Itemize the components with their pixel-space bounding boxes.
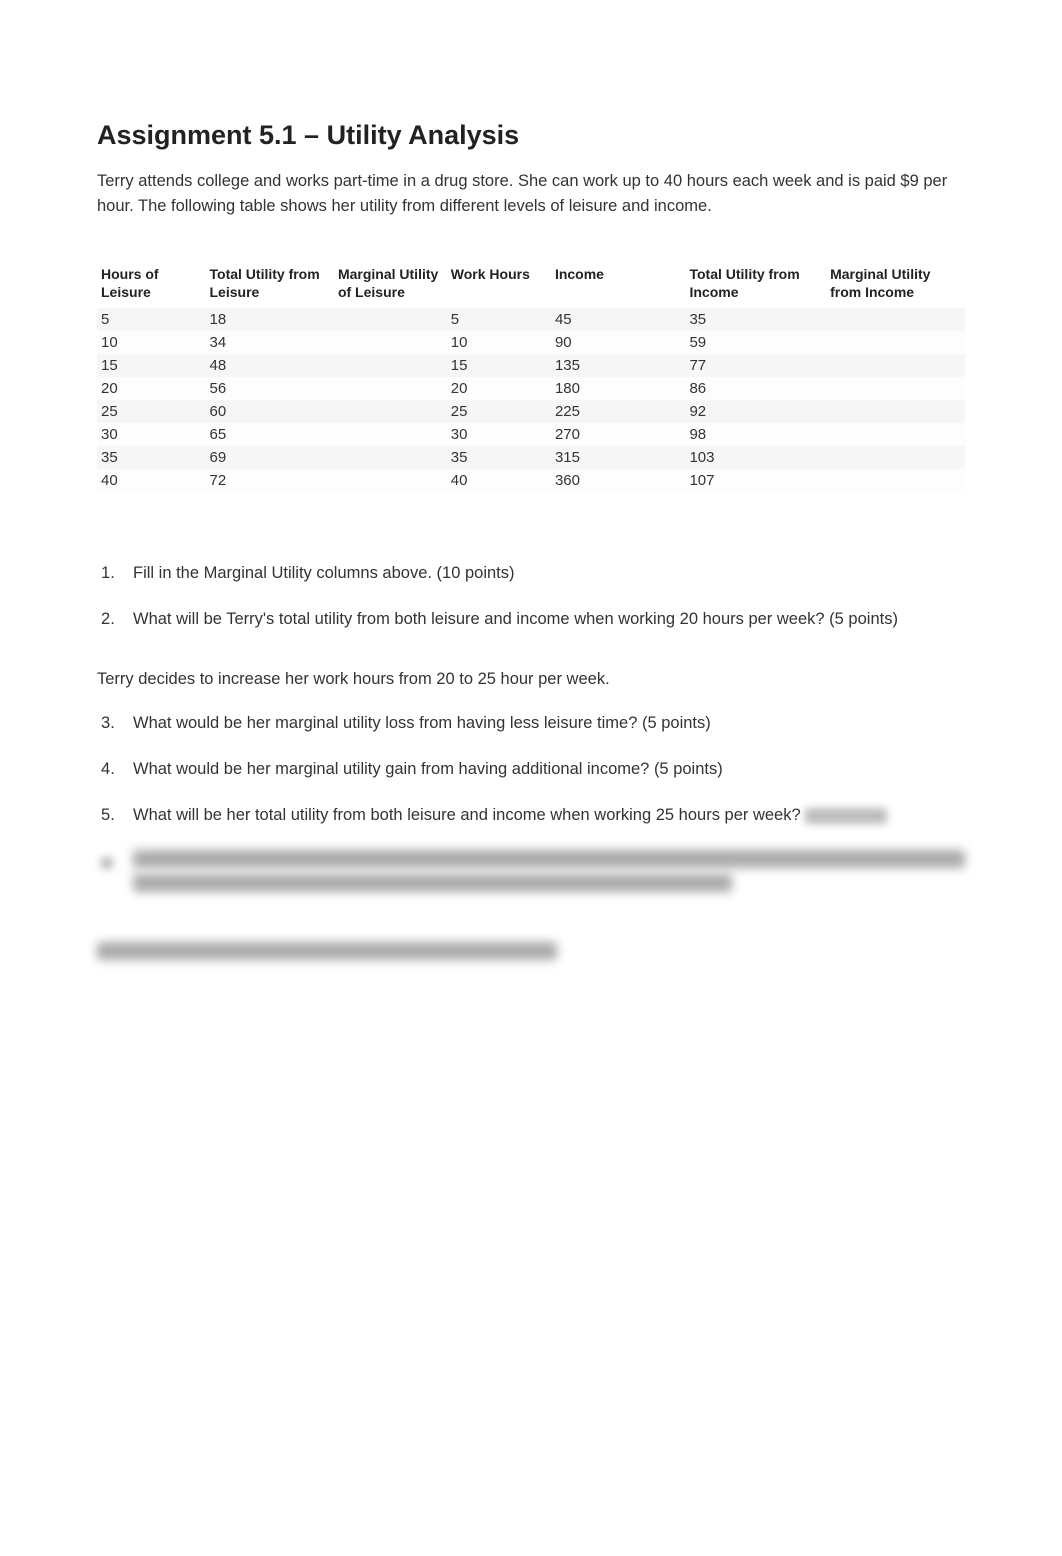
cell-c6: 77 <box>685 354 826 377</box>
cell-c4: 35 <box>447 446 551 469</box>
cell-c1: 10 <box>97 331 206 354</box>
cell-c1: 30 <box>97 423 206 446</box>
cell-c2: 60 <box>206 400 334 423</box>
question-3: What would be her marginal utility loss … <box>97 712 965 736</box>
cell-c2: 72 <box>206 469 334 492</box>
question-5-text: What will be her total utility from both… <box>133 806 801 824</box>
question-1: Fill in the Marginal Utility columns abo… <box>97 562 965 586</box>
blurred-paragraph <box>97 942 557 960</box>
question-6-blurred <box>97 850 965 892</box>
cell-c7 <box>826 308 965 331</box>
cell-c4: 40 <box>447 469 551 492</box>
table-row: 20562018086 <box>97 377 965 400</box>
cell-c3 <box>334 446 447 469</box>
th-marginal-utility-income: Marginal Utility from Income <box>826 259 965 309</box>
cell-c4: 15 <box>447 354 551 377</box>
cell-c4: 30 <box>447 423 551 446</box>
cell-c7 <box>826 331 965 354</box>
table-row: 407240360107 <box>97 469 965 492</box>
cell-c2: 18 <box>206 308 334 331</box>
cell-c1: 25 <box>97 400 206 423</box>
cell-c1: 20 <box>97 377 206 400</box>
cell-c5: 225 <box>551 400 686 423</box>
blurred-line <box>133 850 965 868</box>
cell-c2: 48 <box>206 354 334 377</box>
cell-c6: 35 <box>685 308 826 331</box>
cell-c6: 59 <box>685 331 826 354</box>
cell-c3 <box>334 331 447 354</box>
cell-c7 <box>826 400 965 423</box>
cell-c5: 180 <box>551 377 686 400</box>
cell-c1: 5 <box>97 308 206 331</box>
question-5: What will be her total utility from both… <box>97 804 965 828</box>
cell-c7 <box>826 354 965 377</box>
cell-c3 <box>334 308 447 331</box>
cell-c5: 135 <box>551 354 686 377</box>
cell-c3 <box>334 423 447 446</box>
th-total-utility-leisure: Total Utility from Leisure <box>206 259 334 309</box>
question-2: What will be Terry's total utility from … <box>97 608 965 632</box>
table-row: 15481513577 <box>97 354 965 377</box>
question-4: What would be her marginal utility gain … <box>97 758 965 782</box>
table-row: 356935315103 <box>97 446 965 469</box>
cell-c2: 56 <box>206 377 334 400</box>
cell-c4: 10 <box>447 331 551 354</box>
table-row: 30653027098 <box>97 423 965 446</box>
cell-c3 <box>334 354 447 377</box>
th-total-utility-income: Total Utility from Income <box>685 259 826 309</box>
cell-c6: 98 <box>685 423 826 446</box>
cell-c4: 20 <box>447 377 551 400</box>
th-income: Income <box>551 259 686 309</box>
cell-c1: 35 <box>97 446 206 469</box>
cell-c5: 270 <box>551 423 686 446</box>
cell-c1: 40 <box>97 469 206 492</box>
cell-c5: 360 <box>551 469 686 492</box>
cell-c5: 315 <box>551 446 686 469</box>
cell-c3 <box>334 469 447 492</box>
cell-c3 <box>334 377 447 400</box>
blurred-marker <box>101 857 113 869</box>
th-hours-leisure: Hours of Leisure <box>97 259 206 309</box>
cell-c6: 107 <box>685 469 826 492</box>
cell-c7 <box>826 377 965 400</box>
cell-c5: 45 <box>551 308 686 331</box>
cell-c4: 25 <box>447 400 551 423</box>
questions-block: Fill in the Marginal Utility columns abo… <box>97 562 965 960</box>
table-row: 25602522592 <box>97 400 965 423</box>
scenario-paragraph-1: Terry decides to increase her work hours… <box>97 668 965 692</box>
blurred-content <box>805 808 887 824</box>
cell-c5: 90 <box>551 331 686 354</box>
table-row: 51854535 <box>97 308 965 331</box>
cell-c1: 15 <box>97 354 206 377</box>
cell-c2: 69 <box>206 446 334 469</box>
cell-c2: 65 <box>206 423 334 446</box>
page-title: Assignment 5.1 – Utility Analysis <box>97 120 965 151</box>
table-row: 1034109059 <box>97 331 965 354</box>
cell-c2: 34 <box>206 331 334 354</box>
cell-c3 <box>334 400 447 423</box>
cell-c4: 5 <box>447 308 551 331</box>
cell-c6: 92 <box>685 400 826 423</box>
cell-c7 <box>826 469 965 492</box>
cell-c6: 103 <box>685 446 826 469</box>
table-header-row: Hours of Leisure Total Utility from Leis… <box>97 259 965 309</box>
utility-table: Hours of Leisure Total Utility from Leis… <box>97 259 965 493</box>
cell-c7 <box>826 423 965 446</box>
th-marginal-utility-leisure: Marginal Utility of Leisure <box>334 259 447 309</box>
intro-paragraph: Terry attends college and works part-tim… <box>97 169 965 219</box>
blurred-line <box>133 874 732 892</box>
cell-c7 <box>826 446 965 469</box>
cell-c6: 86 <box>685 377 826 400</box>
th-work-hours: Work Hours <box>447 259 551 309</box>
